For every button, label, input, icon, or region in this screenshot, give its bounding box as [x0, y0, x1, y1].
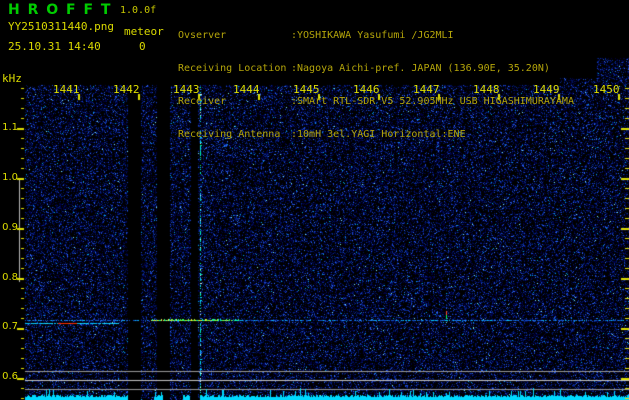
- hrofft-output-screen: H R O F F T 1.0.0f YY2510311440.png mete…: [0, 0, 629, 400]
- info-row-location: Receiving Location:Nagoya Aichi-pref. JA…: [178, 63, 550, 74]
- app-version: 1.0.0f: [120, 5, 157, 16]
- x-tick-label: 1441: [53, 83, 80, 96]
- mode-label: meteor: [124, 25, 164, 38]
- x-tick-label: 1442: [113, 83, 140, 96]
- x-tick-label: 1447: [413, 83, 440, 96]
- y-tick-label: 1.1: [2, 122, 18, 133]
- y-tick-label: 0.6: [2, 371, 18, 382]
- x-tick-label: 1449: [533, 83, 560, 96]
- x-tick-label: 1444: [233, 83, 260, 96]
- x-tick-label: 1448: [473, 83, 500, 96]
- datetime-label: 25.10.31 14:40: [8, 40, 101, 53]
- x-tick-label: 1443: [173, 83, 200, 96]
- info-row-antenna: Receiving Antenna:10mH 3el.YAGI Horizont…: [178, 129, 466, 140]
- x-tick-label: 1445: [293, 83, 320, 96]
- y-tick-label: 0.8: [2, 272, 18, 283]
- output-filename: YY2510311440.png: [8, 20, 114, 33]
- meteor-count: 0: [139, 40, 146, 53]
- x-tick-label: 1450: [593, 83, 620, 96]
- y-tick-label: 0.7: [2, 321, 18, 332]
- info-row-observer: Ovserver:YOSHIKAWA Yasufumi /JG2MLI: [178, 30, 454, 41]
- y-axis-unit-label: kHz: [2, 72, 22, 85]
- info-row-receiver: Receiver:SMArt RTL-SDR V5 52.905MHz USB …: [178, 96, 574, 107]
- y-tick-label: 0.9: [2, 222, 18, 233]
- x-tick-label: 1446: [353, 83, 380, 96]
- y-tick-label: 1.0: [2, 172, 18, 183]
- app-title: H R O F F T: [8, 2, 112, 18]
